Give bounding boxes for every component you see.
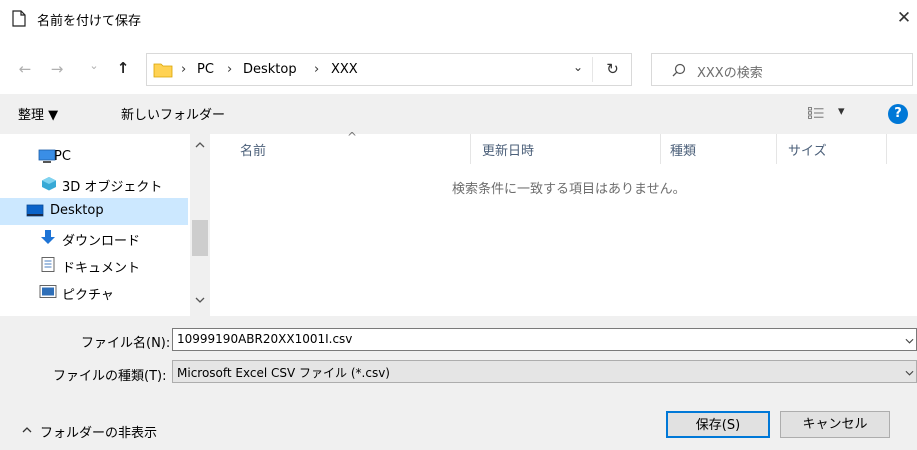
sidebar-item-pc[interactable]: PC xyxy=(12,144,188,171)
forward-button[interactable]: → xyxy=(46,59,68,79)
sort-ascending-icon: ^ xyxy=(347,130,358,144)
download-icon xyxy=(41,230,55,244)
column-divider xyxy=(776,134,777,164)
save-options-panel: ファイル名(N): 10999190ABR20XX1001I.csv ファイルの… xyxy=(0,316,917,450)
scroll-up-icon xyxy=(195,142,205,148)
breadcrumb-xxx[interactable]: XXX xyxy=(331,62,358,77)
sidebar-item-desktop[interactable]: Desktop xyxy=(0,198,188,225)
chevron-down-icon xyxy=(905,370,914,376)
breadcrumb-separator: › xyxy=(181,62,187,77)
filetype-value: Microsoft Excel CSV ファイル (*.csv) xyxy=(177,366,390,380)
3d-objects-icon xyxy=(42,177,56,191)
title-bar: 名前を付けて保存 ✕ xyxy=(0,0,917,38)
chevron-down-icon xyxy=(905,338,914,344)
new-folder-button[interactable]: 新しいフォルダー xyxy=(121,104,225,123)
sidebar-item-label: 3D オブジェクト xyxy=(62,180,163,195)
column-divider xyxy=(470,134,471,164)
recent-locations-button[interactable]: ⌄ xyxy=(86,56,102,76)
view-options-button[interactable]: ▾ xyxy=(808,104,854,123)
up-button[interactable]: ↑ xyxy=(112,58,134,78)
desktop-icon xyxy=(26,204,44,217)
documents-icon xyxy=(41,257,55,272)
column-header-modified[interactable]: 更新日時 xyxy=(482,140,534,159)
filetype-label: ファイルの種類(T): xyxy=(53,369,167,384)
breadcrumb-desktop[interactable]: Desktop xyxy=(243,62,297,77)
pictures-icon xyxy=(39,285,57,298)
help-icon: ? xyxy=(894,106,902,121)
scrollbar-thumb[interactable] xyxy=(192,220,208,256)
cancel-button[interactable]: キャンセル xyxy=(780,411,890,438)
breadcrumb-separator: › xyxy=(314,62,320,77)
chevron-down-icon: ▾ xyxy=(838,104,845,119)
sidebar-item-label: Desktop xyxy=(50,203,104,218)
sidebar-item-label: ドキュメント xyxy=(62,261,141,276)
hide-folders-toggle[interactable]: フォルダーの非表示 xyxy=(22,422,192,442)
column-divider xyxy=(660,134,661,164)
document-icon xyxy=(12,10,26,27)
refresh-button[interactable]: ↻ xyxy=(592,57,632,82)
address-bar[interactable]: › PC › Desktop › XXX ⌄ ↻ xyxy=(146,53,632,86)
help-button[interactable]: ? xyxy=(888,104,908,124)
empty-list-message: 検索条件に一致する項目はありません。 xyxy=(452,182,686,197)
refresh-icon: ↻ xyxy=(606,60,619,78)
breadcrumb-separator: › xyxy=(227,62,233,77)
chevron-down-icon: ⌄ xyxy=(89,59,99,72)
navigation-pane: PC 3D オブジェクト Desktop ダウンロード ドキュメント ピクチャ xyxy=(0,134,210,316)
chevron-up-icon xyxy=(22,427,32,433)
file-list[interactable]: ^ 名前 更新日時 種類 サイズ 検索条件に一致する項目はありません。 xyxy=(210,130,917,316)
filename-combobox[interactable]: 10999190ABR20XX1001I.csv xyxy=(172,328,917,351)
breadcrumb-pc[interactable]: PC xyxy=(197,62,214,77)
close-button[interactable]: ✕ xyxy=(893,7,915,29)
command-bar: 整理 ▼ 新しいフォルダー ▾ ? xyxy=(0,94,917,134)
search-icon xyxy=(672,63,686,77)
filename-label: ファイル名(N): xyxy=(81,336,171,351)
sidebar-item-pictures[interactable]: ピクチャ xyxy=(12,279,188,306)
column-divider xyxy=(886,134,887,164)
folder-icon xyxy=(153,63,173,78)
forward-arrow-icon: → xyxy=(50,60,64,78)
back-arrow-icon: ← xyxy=(18,60,32,78)
organize-button[interactable]: 整理 ▼ xyxy=(18,104,58,123)
window-title: 名前を付けて保存 xyxy=(37,14,142,29)
scroll-down-icon xyxy=(195,297,205,303)
sidebar-item-label: ピクチャ xyxy=(62,288,114,303)
column-header-size[interactable]: サイズ xyxy=(788,140,827,159)
search-box[interactable]: XXXの検索 xyxy=(651,53,913,86)
filename-input[interactable]: 10999190ABR20XX1001I.csv xyxy=(177,332,352,346)
details-view-icon xyxy=(808,107,824,119)
up-arrow-icon: ↑ xyxy=(116,59,130,77)
sidebar-item-3d-objects[interactable]: 3D オブジェクト xyxy=(12,171,188,198)
sidebar-item-documents[interactable]: ドキュメント xyxy=(12,252,188,279)
sidebar-item-label: ダウンロード xyxy=(62,234,141,249)
back-button[interactable]: ← xyxy=(14,59,36,79)
search-input[interactable]: XXXの検索 xyxy=(697,62,763,81)
hide-folders-label: フォルダーの非表示 xyxy=(40,426,158,441)
address-dropdown-button[interactable]: ⌄ xyxy=(568,60,588,74)
column-header-name[interactable]: 名前 xyxy=(240,140,266,159)
filetype-select[interactable]: Microsoft Excel CSV ファイル (*.csv) xyxy=(172,360,917,383)
save-button[interactable]: 保存(S) xyxy=(666,411,770,438)
column-header-type[interactable]: 種類 xyxy=(670,140,696,159)
sidebar-scrollbar[interactable] xyxy=(190,134,210,316)
sidebar-item-label: PC xyxy=(54,149,71,164)
sidebar-item-downloads[interactable]: ダウンロード xyxy=(12,225,188,252)
